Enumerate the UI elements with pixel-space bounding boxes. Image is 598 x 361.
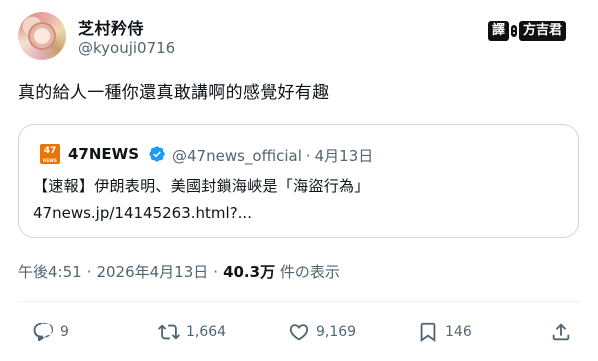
quoted-tweet-card[interactable]: 47 47NEWS @47news_official·4月13日 【速報】伊朗表…	[18, 124, 579, 238]
watermark-label: 譯	[488, 21, 510, 41]
author-handle[interactable]: @kyouji0716	[78, 39, 175, 57]
share-button[interactable]	[550, 315, 572, 349]
quoted-text-line1: 【速報】伊朗表明、美國封鎖海峽是「海盜行為」	[33, 177, 370, 195]
quoted-author-meta: @47news_official · 4月13日	[172, 145, 373, 166]
heart-icon	[289, 324, 309, 341]
avatar[interactable]	[18, 12, 66, 60]
watermark-colon-icon	[511, 25, 518, 37]
author-display-name[interactable]: 芝村矜侍	[78, 15, 144, 39]
bookmark-icon	[420, 322, 436, 343]
retweet-icon	[158, 324, 180, 340]
separator-dot: ·	[213, 263, 219, 281]
like-count: 9,169	[316, 324, 357, 340]
quoted-text-link[interactable]: 47news.jp/14145263.html?...	[33, 203, 252, 223]
quoted-author-name: 47NEWS	[68, 145, 140, 163]
quoted-author-handle: @47news_official	[172, 147, 302, 165]
action-bar: 9 1,664 9,169 146	[18, 315, 580, 349]
verified-badge-icon	[149, 146, 165, 162]
quoted-avatar-logo: 47	[40, 144, 60, 164]
reply-button[interactable]: 9	[32, 315, 69, 349]
reply-icon	[33, 322, 54, 342]
bookmark-count: 146	[445, 324, 472, 340]
share-icon	[552, 323, 570, 341]
retweet-button[interactable]: 1,664	[158, 315, 226, 349]
views-label: 件の表示	[279, 263, 340, 281]
quoted-date: 4月13日	[314, 147, 374, 165]
watermark-brand: 方吉君	[519, 21, 567, 41]
separator-dot: ·	[86, 263, 92, 281]
tweet-meta: 午後4:51 · 2026年4月13日 · 40.3万 件の表示	[18, 261, 340, 282]
like-button[interactable]: 9,169	[288, 315, 356, 349]
watermark: 譯 方吉君	[488, 20, 567, 42]
tweet-date[interactable]: 2026年4月13日	[96, 263, 208, 281]
reply-count: 9	[60, 324, 69, 340]
retweet-count: 1,664	[186, 324, 227, 340]
bookmark-button[interactable]: 146	[417, 315, 472, 349]
views-count: 40.3万	[223, 263, 276, 281]
tweet-text: 真的給人一種你還真敢講啊的感覺好有趣	[18, 83, 330, 103]
tweet-time[interactable]: 午後4:51	[18, 263, 82, 281]
separator-dot: ·	[305, 147, 311, 165]
divider	[18, 301, 580, 302]
